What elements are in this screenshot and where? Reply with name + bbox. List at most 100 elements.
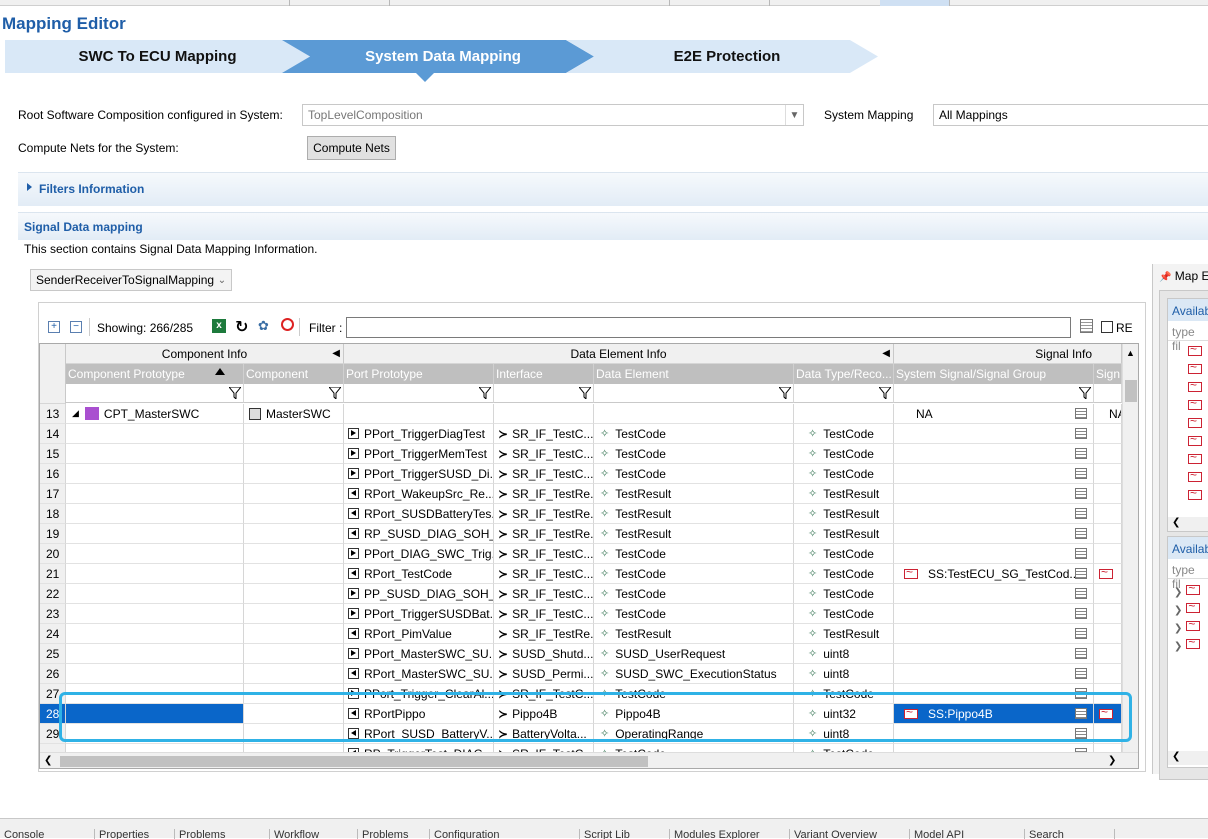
filters-section-header[interactable]	[18, 172, 1208, 206]
cell-sig[interactable]	[894, 744, 1094, 752]
scroll-left-icon[interactable]: ❮	[44, 755, 52, 766]
cell-cp[interactable]	[66, 524, 244, 544]
cell-comp[interactable]	[244, 464, 344, 484]
vertical-scrollbar[interactable]: ▲	[1122, 344, 1138, 752]
cell-port[interactable]: PPort_TriggerDiagTest	[344, 424, 494, 444]
chevron-right-icon[interactable]: ❯	[1174, 623, 1182, 634]
cell-comp[interactable]	[244, 644, 344, 664]
table-row[interactable]: 25 PPort_MasterSWC_SU... ≻ SUSD_Shutd... ✧ SU…	[40, 644, 1122, 664]
column-filter[interactable]	[894, 384, 1094, 403]
row-number[interactable]: 21	[40, 564, 66, 584]
cell-sig2[interactable]	[1094, 664, 1122, 684]
filters-section-title[interactable]: Filters Information	[39, 182, 144, 196]
cell-dt[interactable]: ✧TestCode	[794, 744, 894, 752]
cell-port[interactable]: PPort_DIAG_SWC_Trig...	[344, 544, 494, 564]
cell-de[interactable]: ✧TestCode	[594, 464, 794, 484]
header-group-component-info[interactable]: Component Info ◀	[66, 344, 344, 364]
cell-de[interactable]: ✧ TestResult	[594, 524, 794, 544]
list-icon[interactable]	[1075, 668, 1087, 679]
cell-sig2[interactable]	[1094, 444, 1122, 464]
cell-sig2[interactable]	[1094, 544, 1122, 564]
header-group-data-element-info[interactable]: Data Element Info ◀	[344, 344, 894, 364]
column-header-component-prototype[interactable]: Component Prototype	[66, 364, 244, 384]
cell-port[interactable]: RP_SUSD_DIAG_SOH_...	[344, 524, 494, 544]
cell-sig[interactable]: SS:TestECU_SG_TestCod...	[894, 564, 1094, 584]
table-row[interactable]: 16 PPort_TriggerSUSD_Di... ≻ SR_IF_TestC...…	[40, 464, 1122, 484]
scrollbar-thumb[interactable]	[1125, 380, 1137, 402]
cell-sig2[interactable]	[1094, 644, 1122, 664]
cell-sig[interactable]	[894, 424, 1094, 444]
scroll-left-icon[interactable]: ❮	[1168, 751, 1208, 765]
collapse-group-icon[interactable]: ◀	[882, 348, 890, 359]
mapping-type-combo[interactable]: SenderReceiverToSignalMapping ⌄	[30, 269, 232, 291]
cell-dt[interactable]: ✧ TestResult	[794, 624, 894, 644]
refresh-icon[interactable]: ↻	[235, 317, 248, 337]
list-item[interactable]	[1168, 378, 1208, 399]
column-header-signal[interactable]: Sign	[1094, 364, 1122, 384]
table-row[interactable]: 18 RPort_SUSDBatteryTes... ≻ SR_IF_TestRe..…	[40, 504, 1122, 524]
chevron-right-icon[interactable]: ❯	[1174, 587, 1182, 598]
cell-iface[interactable]	[494, 404, 594, 424]
list-icon[interactable]	[1075, 648, 1087, 659]
cell-iface[interactable]: ≻ SR_IF_TestRe...	[494, 624, 594, 644]
cell-sig2[interactable]	[1094, 464, 1122, 484]
row-number[interactable]: 17	[40, 484, 66, 504]
scroll-left-icon[interactable]: ❮	[1168, 517, 1208, 531]
collapse-group-icon[interactable]: ◀	[332, 348, 340, 359]
table-row[interactable]: 19 RP_SUSD_DIAG_SOH_... ≻ SR_IF_TestRe... ✧ T…	[40, 524, 1122, 544]
list-item[interactable]	[1168, 450, 1208, 471]
row-number[interactable]	[40, 744, 66, 752]
list-icon[interactable]	[1075, 488, 1087, 499]
column-filter[interactable]	[66, 384, 244, 403]
cell-iface[interactable]: ≻SR_IF_TestC...	[494, 444, 594, 464]
list-icon[interactable]	[1075, 568, 1087, 579]
type-filter-input[interactable]: type fil	[1168, 321, 1208, 353]
list-icon[interactable]	[1075, 448, 1087, 459]
tree-expanded-icon[interactable]: ◢	[72, 408, 79, 419]
side-panel-title[interactable]: 📌 Map E	[1159, 269, 1208, 283]
cell-comp[interactable]	[244, 544, 344, 564]
cell-sig[interactable]	[894, 664, 1094, 684]
row-number[interactable]: 25	[40, 644, 66, 664]
row-number[interactable]: 24	[40, 624, 66, 644]
re-checkbox[interactable]	[1101, 321, 1113, 333]
clear-filter-icon[interactable]	[281, 318, 294, 331]
cell-de[interactable]: ✧TestCode	[594, 744, 794, 752]
row-number[interactable]: 16	[40, 464, 66, 484]
cell-port[interactable]: PPort_TriggerSUSD_Di...	[344, 464, 494, 484]
cell-dt[interactable]	[794, 404, 894, 424]
row-number[interactable]: 26	[40, 664, 66, 684]
cell-dt[interactable]: ✧TestCode	[794, 544, 894, 564]
row-number[interactable]: 23	[40, 604, 66, 624]
cell-cp[interactable]	[66, 484, 244, 504]
cell-cp[interactable]	[66, 624, 244, 644]
editor-tab-active[interactable]	[880, 0, 950, 6]
cell-de[interactable]: ✧TestCode	[594, 544, 794, 564]
cell-cp[interactable]	[66, 664, 244, 684]
table-row[interactable]: 23 PPort_TriggerSUSDBat... ≻ SR_IF_TestC...…	[40, 604, 1122, 624]
header-group-signal-info[interactable]: Signal Info	[894, 344, 1122, 364]
cell-port[interactable]: PP_SUSD_DIAG_SOH_...	[344, 584, 494, 604]
cell-iface[interactable]: ≻ SR_IF_TestRe...	[494, 484, 594, 504]
cell-de[interactable]: ✧TestCode	[594, 444, 794, 464]
cell-sig[interactable]	[894, 584, 1094, 604]
cell-dt[interactable]: ✧TestCode	[794, 444, 894, 464]
table-row[interactable]: 21 RPort_TestCode ≻ SR_IF_TestC... ✧ TestCode…	[40, 564, 1122, 584]
cell-sig2[interactable]	[1094, 624, 1122, 644]
cell-iface[interactable]: ≻SR_IF_TestC...	[494, 424, 594, 444]
row-number[interactable]: 13	[40, 404, 66, 424]
list-icon[interactable]	[1075, 528, 1087, 539]
cell-comp[interactable]	[244, 424, 344, 444]
cell-sig[interactable]: NA	[894, 404, 1094, 424]
editor-tab[interactable]	[500, 0, 670, 6]
row-number[interactable]: 19	[40, 524, 66, 544]
cell-de[interactable]: ✧ SUSD_UserRequest	[594, 644, 794, 664]
cell-cp[interactable]	[66, 564, 244, 584]
table-row[interactable]: 14 PPort_TriggerDiagTest ≻ SR_IF_TestC... ✧ T…	[40, 424, 1122, 444]
expand-icon[interactable]	[27, 183, 32, 191]
cell-dt[interactable]: ✧ TestResult	[794, 484, 894, 504]
cell-sig2[interactable]	[1094, 564, 1122, 584]
cell-comp[interactable]	[244, 484, 344, 504]
cell-dt[interactable]: ✧TestCode	[794, 424, 894, 444]
table-row[interactable]: 13 ◢ CPT_MasterSWC MasterSWC NA NA	[40, 404, 1122, 424]
